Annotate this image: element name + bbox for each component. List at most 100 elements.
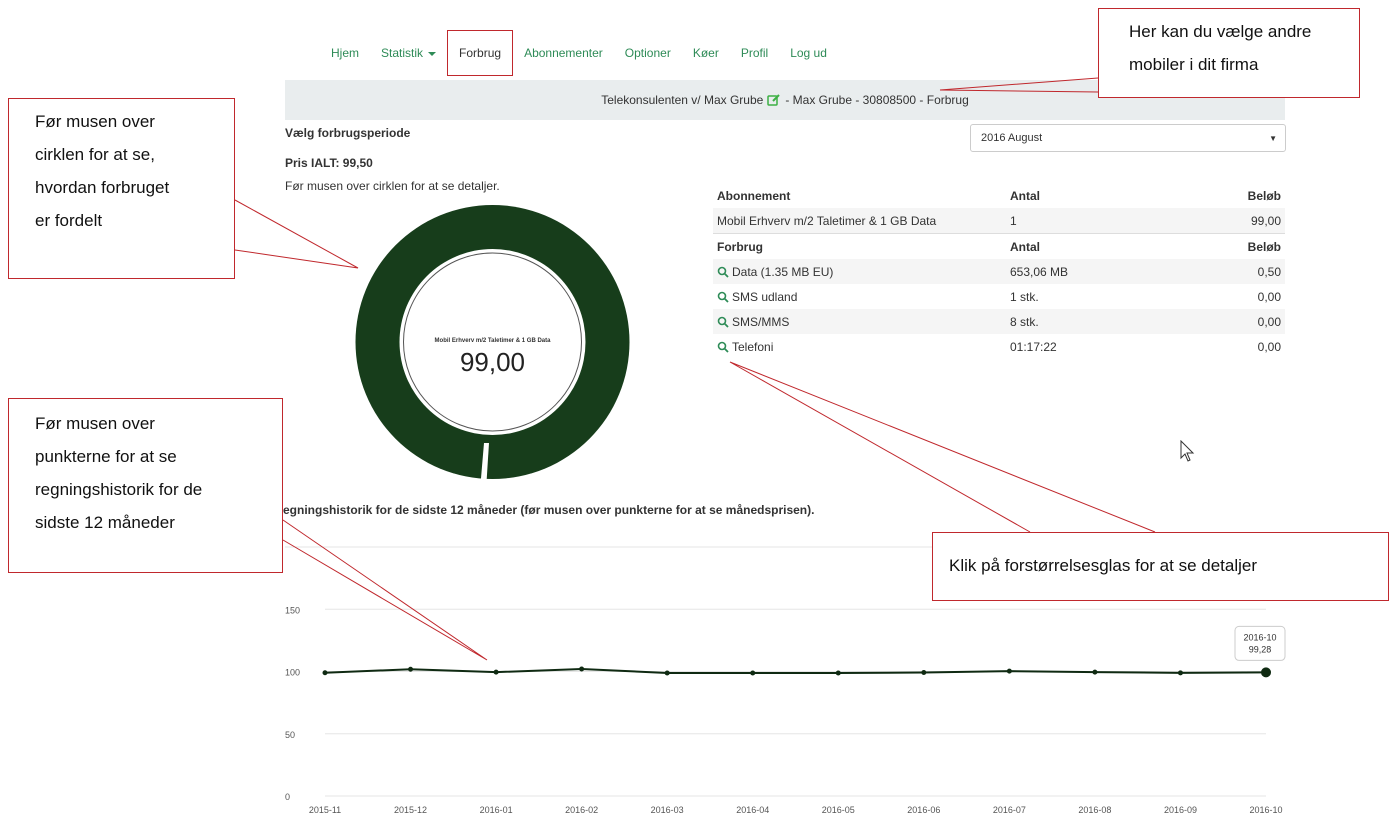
nav-hjem-label: Hjem [331,46,360,60]
usage-name: Telefoni [732,339,774,354]
tooltip-box [1234,625,1286,661]
x-tick-label: 2016-10 [1249,805,1282,815]
caret-down-icon [428,52,437,56]
data-point[interactable] [1092,669,1098,675]
table-row: SMS/MMS 8 stk. 0,00 [713,309,1285,334]
x-tick-label: 2016-05 [822,805,855,815]
magnifier-icon[interactable] [717,291,729,303]
nav-forbrug[interactable]: Forbrug [447,30,514,76]
data-point[interactable] [750,670,756,676]
donut-value: 99,00 [459,347,526,377]
x-tick-label: 2016-03 [651,805,684,815]
price-total: Pris IALT: 99,50 [285,156,373,170]
callout-line: Klik på forstørrelsesglas for at se deta… [949,556,1258,575]
y-tick-label: 100 [285,668,300,678]
usage-amount: 0,00 [1257,289,1281,304]
edit-icon[interactable] [767,93,781,107]
usage-qty: 8 stk. [1006,309,1178,334]
x-tick-label: 2016-02 [565,805,598,815]
callout-other-phones: Her kan du vælge andre mobiler i dit fir… [1098,8,1360,98]
callout-line: Før musen over [35,414,155,433]
tooltip-value: 99,28 [1249,644,1272,654]
table-row: Telefoni 01:17:22 0,00 [713,334,1285,359]
nav-profil[interactable]: Profil [730,30,779,76]
usage-name: SMS udland [732,289,798,304]
usage-header-qty: Antal [1010,239,1040,254]
nav-koer[interactable]: Køer [682,30,730,76]
data-point[interactable] [1177,670,1183,676]
subscription-header-qty: Antal [1010,188,1040,203]
donut-hint: Før musen over cirklen for at se detalje… [285,179,500,193]
history-title: egningshistorik for de sidste 12 måneder… [283,503,815,517]
subscription-header-name: Abonnement [717,188,791,203]
usage-qty: 01:17:22 [1010,339,1057,354]
consumption-table: Abonnement Antal Beløb Mobil Erhverv m/2… [713,183,1285,359]
nav-statistik[interactable]: Statistik [370,30,447,76]
y-tick-label: 0 [285,792,290,802]
magnifier-icon[interactable] [717,266,729,278]
data-point[interactable] [493,669,499,675]
main-nav: Hjem Statistik Forbrug Abonnementer Opti… [320,30,838,76]
nav-log-ud[interactable]: Log ud [779,30,838,76]
dropdown-arrow-icon: ▼ [1269,134,1277,143]
nav-optioner[interactable]: Optioner [614,30,682,76]
callout-line: cirklen for at se, [35,145,155,164]
callout-history-hint: Før musen over punkterne for at se regni… [8,398,283,573]
callout-line: Her kan du vælge andre [1129,22,1312,41]
subscription-header-amount: Beløb [1247,188,1281,203]
nav-optioner-label: Optioner [624,46,671,60]
usage-header-amount: Beløb [1247,239,1281,254]
period-select[interactable]: 2016 August ▼ [970,124,1286,152]
data-point[interactable] [1261,667,1271,678]
subscription-qty: 1 [1006,208,1178,234]
table-row: Mobil Erhverv m/2 Taletimer & 1 GB Data … [713,208,1285,234]
x-tick-label: 2016-09 [1164,805,1197,815]
magnifier-icon[interactable] [717,341,729,353]
x-tick-label: 2016-07 [993,805,1026,815]
usage-header-row: Forbrug Antal Beløb [713,234,1285,259]
donut-ring[interactable] [355,200,630,490]
x-tick-label: 2016-01 [480,805,513,815]
usage-amount: 0,50 [1177,259,1285,284]
callout-line: hvordan forbruget [35,178,170,197]
usage-amount: 0,00 [1177,309,1285,334]
table-row: SMS udland 1 stk. 0,00 [713,284,1285,309]
mouse-cursor-icon [1180,440,1195,462]
y-tick-label: 50 [285,730,295,740]
callout-line: mobiler i dit firma [1129,55,1259,74]
data-point[interactable] [1006,668,1012,674]
nav-profil-label: Profil [740,46,769,60]
nav-koer-label: Køer [692,46,719,60]
data-point[interactable] [835,670,841,676]
data-point[interactable] [664,670,670,676]
callout-line: regningshistorik for de [35,480,203,499]
x-tick-label: 2016-04 [736,805,769,815]
usage-name: Data (1.35 MB EU) [732,264,834,279]
nav-hjem[interactable]: Hjem [320,30,370,76]
nav-statistik-label: Statistik [381,46,424,60]
data-point[interactable] [921,669,927,675]
nav-abonnementer[interactable]: Abonnementer [513,30,614,76]
nav-abonnementer-label: Abonnementer [524,46,603,60]
data-point[interactable] [322,670,328,676]
x-tick-label: 2016-08 [1078,805,1111,815]
magnifier-icon[interactable] [717,316,729,328]
period-selected-value: 2016 August [981,132,1043,144]
callout-donut-hint: Før musen over cirklen for at se, hvorda… [8,98,235,279]
banner-details: - Max Grube - 30808500 - Forbrug [785,93,969,107]
data-point[interactable] [579,666,585,672]
nav-log-ud-label: Log ud [790,46,827,60]
table-row: Data (1.35 MB EU) 653,06 MB 0,50 [713,259,1285,284]
usage-amount: 0,00 [1257,339,1281,354]
y-tick-label: 150 [285,605,300,615]
data-point[interactable] [408,666,414,672]
tooltip-label: 2016-10 [1243,632,1276,642]
usage-name: SMS/MMS [732,314,790,329]
donut-caption: Mobil Erhverv m/2 Taletimer & 1 GB Data [434,338,551,344]
callout-line: Før musen over [35,112,155,131]
x-tick-label: 2015-11 [309,805,341,815]
callout-line: er fordelt [35,211,103,230]
callout-line: punkterne for at se [35,447,177,466]
usage-qty: 653,06 MB [1006,259,1178,284]
consumption-donut[interactable]: Mobil Erhverv m/2 Taletimer & 1 GB Data … [355,200,630,490]
